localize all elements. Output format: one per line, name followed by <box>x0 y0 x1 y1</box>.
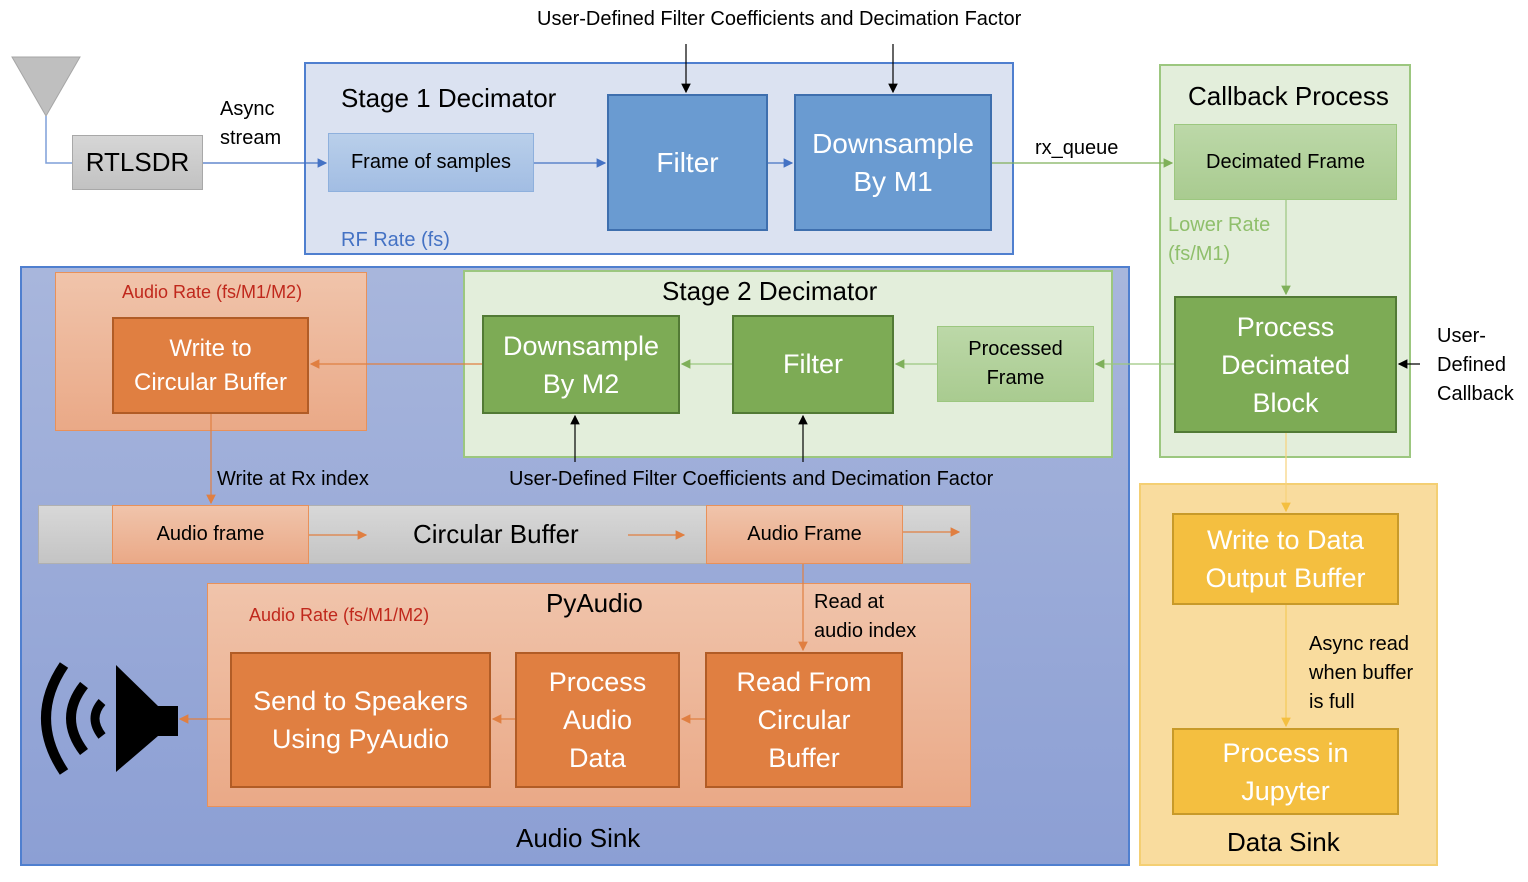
rx-queue-label: rx_queue <box>1035 137 1119 159</box>
audio-rate-label-top: Audio Rate (fs/M1/M2) <box>122 282 303 302</box>
antenna-connector <box>45 116 72 164</box>
process-audio-data-block[interactable]: Process Audio Data <box>515 652 680 788</box>
user-defined-callback-label: User- Defined Callback <box>1437 325 1514 405</box>
stage2-user-defined-label: User-Defined Filter Coefficients and Dec… <box>509 468 994 490</box>
antenna-icon <box>11 56 81 118</box>
rf-rate-label: RF Rate (fs) <box>341 229 450 251</box>
async-stream-label: Async stream <box>220 98 282 149</box>
processed-frame-block[interactable]: Processed Frame <box>937 326 1094 402</box>
circular-buffer-label: Circular Buffer <box>413 519 579 549</box>
process-decimated-block[interactable]: Process Decimated Block <box>1174 296 1397 433</box>
audio-frame-out-block[interactable]: Audio Frame <box>706 505 903 564</box>
write-data-output-buffer-block[interactable]: Write to Data Output Buffer <box>1172 513 1399 605</box>
decimated-frame-block[interactable]: Decimated Frame <box>1174 124 1397 200</box>
stage1-title: Stage 1 Decimator <box>341 83 557 113</box>
read-at-audio-index-label: Read at audio index <box>814 591 917 642</box>
write-at-rx-index-label: Write at Rx index <box>217 468 369 490</box>
top-annotation-filter-coefficients: User-Defined Filter Coefficients and Dec… <box>537 8 1022 30</box>
stage2-downsample-block[interactable]: Downsample By M2 <box>482 315 680 414</box>
read-from-circular-buffer-block[interactable]: Read From Circular Buffer <box>705 652 903 788</box>
process-in-jupyter-block[interactable]: Process in Jupyter <box>1172 728 1399 815</box>
frame-of-samples-block[interactable]: Frame of samples <box>328 133 534 192</box>
send-to-speakers-block[interactable]: Send to Speakers Using PyAudio <box>230 652 491 788</box>
lower-rate-label: Lower Rate (fs/M1) <box>1168 214 1271 265</box>
write-circular-buffer-block[interactable]: Write to Circular Buffer <box>112 317 309 414</box>
speaker-icon <box>41 662 178 775</box>
audio-frame-in-block[interactable]: Audio frame <box>112 505 309 564</box>
stage1-filter-block[interactable]: Filter <box>607 94 768 231</box>
stage2-title: Stage 2 Decimator <box>662 276 878 306</box>
audio-rate-label-pyaudio: Audio Rate (fs/M1/M2) <box>249 605 430 625</box>
audio-sink-title: Audio Sink <box>516 823 641 853</box>
rtlsdr-block[interactable]: RTLSDR <box>72 135 203 190</box>
data-sink-title: Data Sink <box>1227 827 1340 857</box>
async-read-label: Async read when buffer is full <box>1309 633 1414 713</box>
callback-process-title: Callback Process <box>1188 81 1389 111</box>
stage1-downsample-block[interactable]: Downsample By M1 <box>794 94 992 231</box>
stage2-filter-block[interactable]: Filter <box>732 315 894 414</box>
pyaudio-title: PyAudio <box>546 588 643 618</box>
